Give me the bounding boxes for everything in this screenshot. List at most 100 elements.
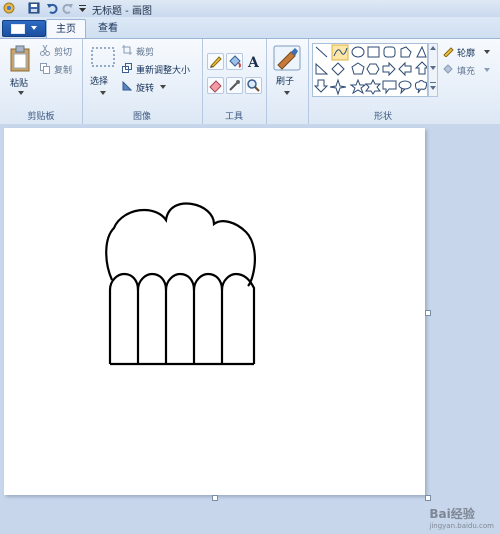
outline-label: 轮廓 [457,49,476,59]
rotate-label: 旋转 [136,84,155,94]
copy-icon [40,63,50,74]
callout-rect-shape-icon [382,80,397,95]
right-arrow-shape-icon [382,61,396,77]
paint-menu-button[interactable] [2,20,46,37]
outline-icon [443,47,454,57]
crop-icon [122,45,132,55]
copy-button[interactable]: 复制 [40,63,78,76]
chevron-down-icon [284,91,290,95]
chevron-down-icon [100,91,106,95]
tab-home[interactable]: 主页 [46,19,86,39]
magnifier-icon [247,79,260,92]
svg-text:A: A [247,55,260,69]
pencil-tool[interactable] [207,53,224,70]
select-button[interactable]: 选择 [88,43,118,99]
brushes-button[interactable]: 刷子 [271,43,303,99]
save-icon[interactable] [28,2,40,14]
four-point-star-shape-icon [329,78,347,96]
down-arrow-shape-icon [313,79,329,93]
tools-group: A 工具 [202,39,267,124]
text-tool[interactable]: A [245,53,262,71]
clipboard-group-label: 剪贴板 [27,112,55,122]
app-menu-icon[interactable] [3,2,15,14]
color-picker-icon [229,80,240,91]
title-bar: 无标题 - 画图 [0,0,500,18]
image-group-label: 图像 [132,112,151,122]
shapes-scrollbar[interactable] [428,43,438,97]
fill-button[interactable]: 填充 [442,63,498,77]
polygon-shape-icon [400,46,412,58]
select-label: 选择 [90,77,109,87]
callout-oval-shape-icon [398,80,412,95]
drawing-canvas[interactable] [4,128,425,495]
paste-label: 粘贴 [10,79,29,89]
paste-button[interactable]: 粘贴 [6,43,36,99]
window-title: 无标题 - 画图 [92,6,152,17]
undo-icon[interactable] [46,2,58,14]
fill-label: 填充 [457,67,476,77]
eraser-tool[interactable] [207,77,224,94]
up-arrow-shape-icon [414,61,430,75]
shapes-gallery-svg [313,44,430,96]
shapes-gallery [312,43,430,97]
left-arrow-shape-icon [398,61,412,77]
chevron-down-icon [484,50,490,54]
line-shape-icon [315,46,328,58]
six-point-star-shape-icon [364,78,382,95]
ribbon-tab-row: 主页 查看 [0,17,500,39]
drawing [105,202,256,366]
resize-icon [122,63,132,73]
paste-icon [10,45,30,72]
resize-handle-right[interactable] [425,310,431,316]
five-point-star-shape-icon [349,78,367,95]
magnifier-tool[interactable] [245,77,262,94]
tools-group-label: 工具 [224,112,243,122]
fill-icon [443,64,453,74]
brush-icon [273,45,301,71]
fill-tool[interactable] [226,53,243,70]
paint-bucket-icon [229,55,241,68]
image-group: 选择 裁剪 重新调整大小 旋转 图像 [82,39,203,124]
pentagon-shape-icon [351,62,365,75]
right-triangle-shape-icon [315,62,329,75]
resize-button[interactable]: 重新调整大小 [122,63,202,76]
rectangle-shape-icon [367,46,380,58]
watermark: Bai经验 jingyan.baidu.com [429,505,494,530]
drawn-fence [108,272,256,366]
rounded-rectangle-shape-icon [383,46,396,58]
brushes-label: 刷子 [276,77,295,87]
redo-icon[interactable] [62,2,74,14]
resize-label: 重新调整大小 [136,66,191,76]
customize-quick-access-icon[interactable] [79,2,91,14]
resize-handle-corner[interactable] [425,495,431,501]
rotate-button[interactable]: 旋转 [122,81,182,94]
clipboard-group: 粘贴 剪切 复制 剪贴板 [0,39,83,124]
crop-label: 裁剪 [136,48,155,58]
work-area: Bai经验 jingyan.baidu.com [0,124,500,534]
shapes-group-label: 形状 [373,112,392,122]
cut-button[interactable]: 剪切 [40,45,78,58]
resize-handle-bottom[interactable] [212,495,218,501]
oval-shape-icon [351,46,365,58]
outline-button[interactable]: 轮廓 [442,45,498,59]
copy-label: 复制 [54,66,73,76]
chevron-down-icon [484,68,490,72]
tab-view[interactable]: 查看 [90,19,126,38]
shapes-group: 轮廓 填充 形状 [308,39,500,124]
chevron-down-icon [160,85,166,89]
select-icon [91,47,115,67]
watermark-url: jingyan.baidu.com [429,522,494,530]
watermark-brand: Bai经验 [429,507,475,521]
diamond-shape-icon [331,62,345,76]
callout-cloud-shape-icon [414,80,428,94]
chevron-down-icon [18,91,24,95]
chevron-down-icon [31,26,37,30]
pencil-icon [210,56,222,68]
paint-menu-icon [11,24,25,34]
color-picker-tool[interactable] [226,77,243,94]
triangle-shape-icon [416,45,427,58]
brushes-group: 刷子 [266,39,309,124]
crop-button[interactable]: 裁剪 [122,45,200,58]
cut-label: 剪切 [54,48,73,58]
eraser-icon [209,80,222,93]
